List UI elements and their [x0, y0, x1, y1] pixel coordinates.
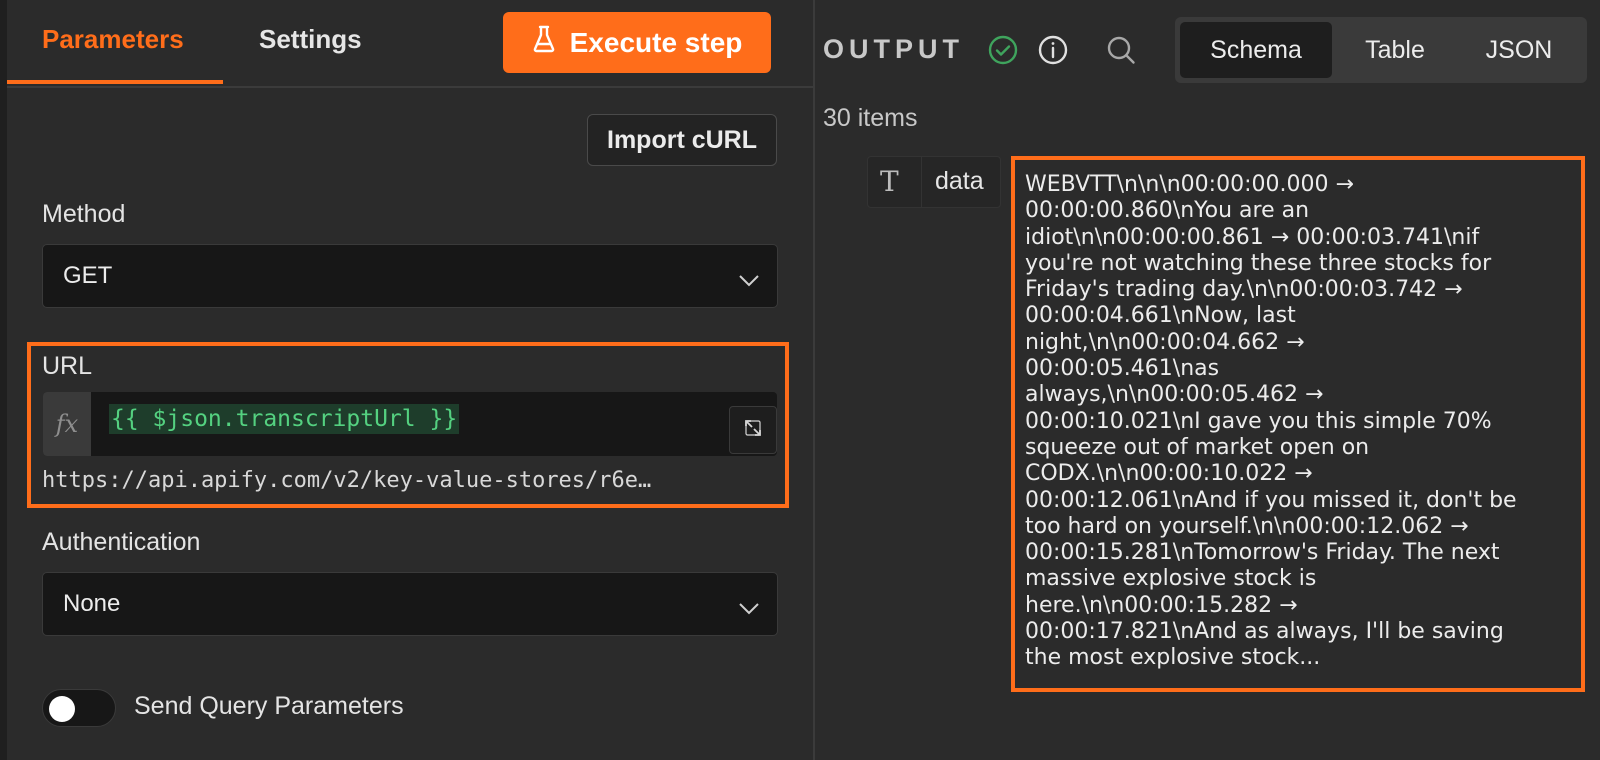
field-name: data [935, 167, 984, 195]
authentication-value: None [63, 590, 121, 617]
success-check-icon [987, 34, 1019, 66]
expand-icon [743, 418, 763, 443]
chevron-down-icon [739, 267, 759, 287]
url-field-group: URL fx {{ $json.transcriptUrl }} https:/… [27, 342, 789, 508]
schema-field-key[interactable]: T data [867, 156, 1001, 208]
method-value: GET [63, 262, 113, 289]
fx-icon: fx [43, 392, 91, 456]
tab-table[interactable]: Table [1335, 22, 1455, 78]
output-title: OUTPUT [823, 34, 964, 64]
chevron-down-icon [739, 595, 759, 615]
info-icon[interactable] [1037, 34, 1069, 66]
panel-edge [0, 0, 7, 760]
execute-step-label: Execute step [569, 26, 743, 58]
active-tab-indicator [7, 80, 223, 84]
output-panel: OUTPUT Schema Table JSON 30 items T data… [815, 0, 1600, 760]
tab-json[interactable]: JSON [1457, 22, 1581, 78]
method-select[interactable]: GET [42, 244, 778, 308]
url-resolved-preview: https://api.apify.com/v2/key-value-store… [42, 468, 652, 493]
import-curl-button[interactable]: Import cURL [587, 114, 777, 166]
tab-schema[interactable]: Schema [1180, 22, 1332, 78]
string-type-icon: T [880, 165, 899, 198]
send-query-parameters-label: Send Query Parameters [134, 692, 404, 720]
field-value: WEBVTT\n\n\n00:00:00.000 → 00:00:00.860\… [1025, 172, 1517, 671]
url-expression: {{ $json.transcriptUrl }} [109, 404, 460, 434]
view-switch: Schema Table JSON [1175, 17, 1587, 83]
toggle-knob [49, 696, 75, 722]
authentication-label: Authentication [42, 528, 201, 556]
tab-parameters[interactable]: Parameters [42, 24, 184, 55]
field-value-box: WEBVTT\n\n\n00:00:00.000 → 00:00:00.860\… [1011, 156, 1585, 692]
url-expression-input[interactable]: fx {{ $json.transcriptUrl }} [43, 392, 777, 456]
authentication-select[interactable]: None [42, 572, 778, 636]
url-label: URL [42, 352, 93, 380]
items-count: 30 items [823, 104, 918, 132]
parameters-panel: Parameters Settings Execute step Import … [0, 0, 814, 760]
expand-editor-button[interactable] [729, 406, 777, 454]
execute-step-button[interactable]: Execute step [503, 12, 771, 73]
separator [921, 157, 922, 207]
send-query-parameters-toggle[interactable] [42, 689, 116, 727]
flask-icon [532, 25, 556, 60]
tab-settings[interactable]: Settings [259, 24, 362, 55]
method-label: Method [42, 200, 126, 228]
search-icon[interactable] [1105, 34, 1137, 66]
